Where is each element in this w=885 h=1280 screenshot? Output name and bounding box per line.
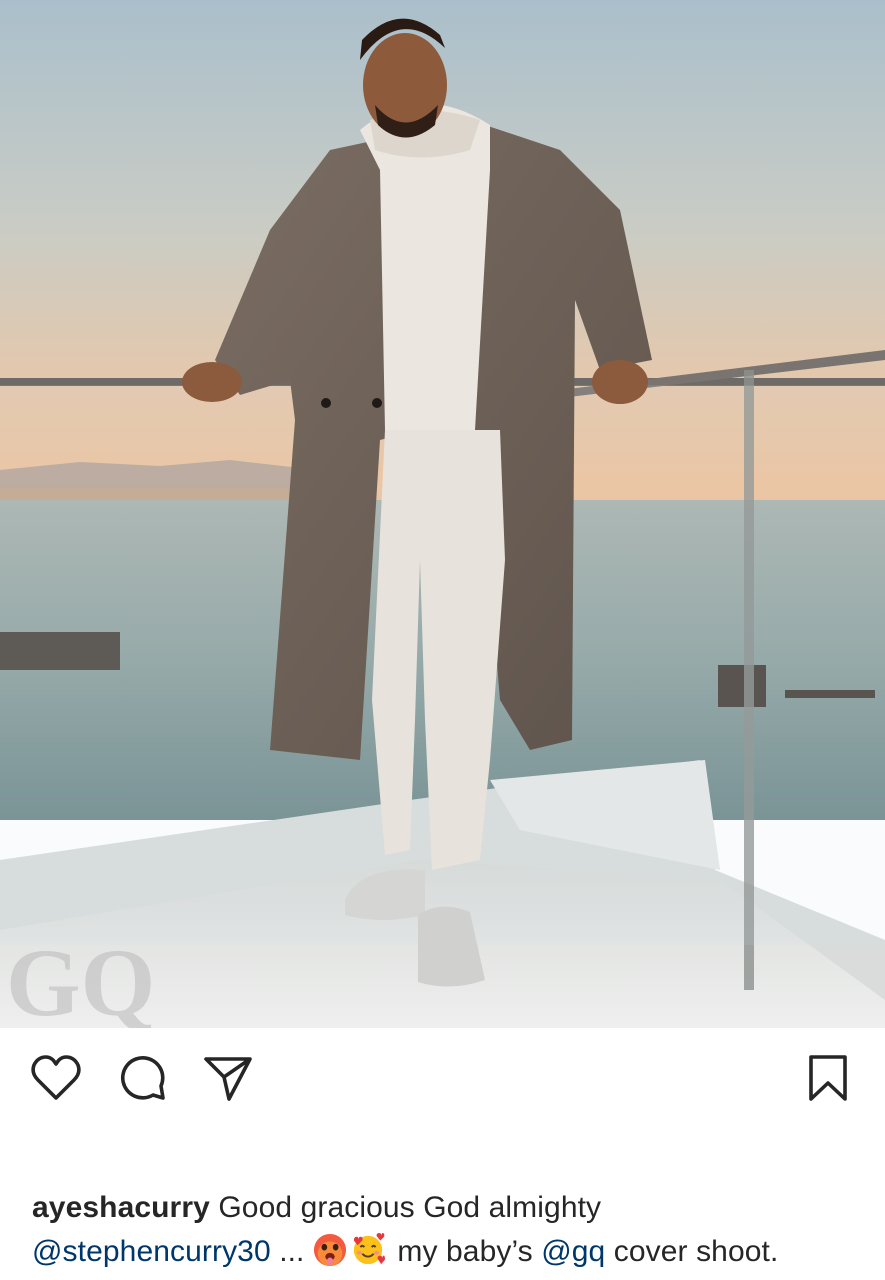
caption-text-line1: Good gracious God almighty (218, 1191, 602, 1224)
post-action-bar (0, 1028, 885, 1128)
gq-watermark: GQ (6, 929, 155, 1028)
comment-icon (121, 1056, 165, 1100)
send-icon (204, 1057, 252, 1101)
share-button[interactable] (200, 1050, 256, 1106)
comment-button[interactable] (114, 1050, 170, 1106)
mention-gq[interactable]: @gq (541, 1235, 605, 1268)
mention-stephencurry30[interactable]: @stephencurry30 (32, 1235, 271, 1268)
caption-username[interactable]: ayeshacurry (32, 1191, 210, 1224)
save-button[interactable] (800, 1050, 856, 1106)
like-button[interactable] (28, 1050, 84, 1106)
caption-ellipsis[interactable]: ... (279, 1235, 304, 1268)
smiling-face-with-hearts-emoji (353, 1233, 385, 1265)
heart-icon (31, 1055, 81, 1100)
post-photo[interactable]: GQ (0, 0, 885, 1028)
post-image: GQ (0, 0, 885, 1028)
caption-text-mid: my baby’s (397, 1235, 533, 1268)
hot-face-emoji (313, 1233, 346, 1267)
post-caption: ayeshacurry Good gracious God almighty @… (32, 1186, 872, 1274)
bookmark-icon (809, 1055, 847, 1101)
caption-text-end: cover shoot. (613, 1235, 779, 1268)
